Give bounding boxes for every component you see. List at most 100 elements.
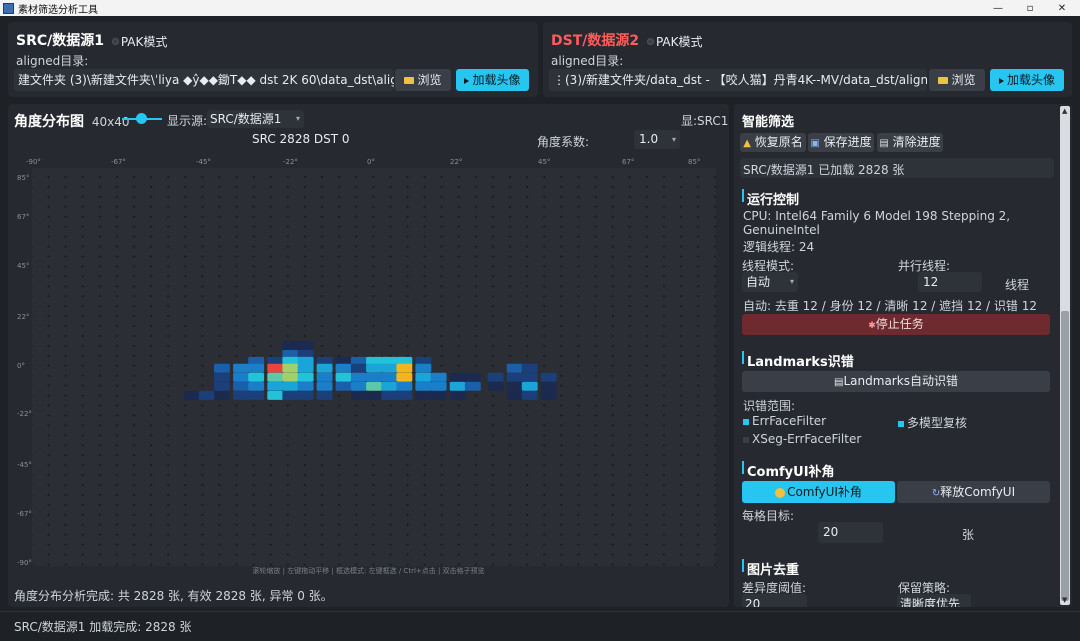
heatmap-cell[interactable] bbox=[381, 391, 398, 400]
heatmap-cell[interactable] bbox=[449, 381, 466, 391]
heatmap-cell[interactable] bbox=[430, 381, 447, 391]
heatmap-cell[interactable] bbox=[381, 381, 398, 391]
heatmap-cell[interactable] bbox=[506, 372, 523, 382]
heatmap-cell[interactable] bbox=[248, 381, 265, 391]
dst-browse-button[interactable]: 浏览 bbox=[929, 69, 985, 91]
src-load-button[interactable]: 加载头像 bbox=[456, 69, 529, 91]
heatmap-cell[interactable] bbox=[487, 381, 504, 391]
heatmap-cell[interactable] bbox=[248, 391, 265, 400]
option-errfacefilter[interactable]: ErrFaceFilter bbox=[743, 414, 826, 428]
heatmap-cell[interactable] bbox=[267, 372, 284, 382]
heatmap-cell[interactable] bbox=[521, 391, 538, 400]
heatmap-cell[interactable] bbox=[316, 381, 333, 391]
option-multimodel[interactable]: 多模型复核 bbox=[898, 414, 967, 431]
angle-heatmap[interactable] bbox=[32, 168, 716, 566]
heatmap-cell[interactable] bbox=[214, 391, 230, 400]
option-xseg[interactable]: XSeg-ErrFaceFilter bbox=[743, 432, 861, 446]
save-progress-button[interactable]: ▣ 保存进度 bbox=[808, 133, 874, 152]
heatmap-cell[interactable] bbox=[381, 372, 398, 382]
heatmap-cell[interactable] bbox=[316, 372, 333, 382]
restore-button[interactable]: ▲ 恢复原名 bbox=[740, 133, 806, 152]
heatmap-cell[interactable] bbox=[396, 381, 413, 391]
right-scrollbar[interactable]: ▲ ▼ bbox=[1060, 106, 1070, 605]
minimize-icon[interactable]: — bbox=[980, 0, 1016, 16]
heatmap-cell[interactable] bbox=[430, 391, 447, 400]
heatmap-cell[interactable] bbox=[464, 381, 481, 391]
heatmap-cell[interactable] bbox=[282, 340, 299, 350]
maximize-icon[interactable]: ▫ bbox=[1012, 0, 1048, 16]
heatmap-cell[interactable] bbox=[198, 391, 215, 400]
heatmap-cell[interactable] bbox=[297, 372, 314, 382]
heatmap-cell[interactable] bbox=[540, 391, 557, 400]
heatmap-cell[interactable] bbox=[267, 381, 284, 391]
heatmap-cell[interactable] bbox=[297, 391, 314, 400]
comfy-release-button[interactable]: ↻释放ComfyUI bbox=[897, 481, 1050, 503]
heatmap-cell[interactable] bbox=[506, 391, 523, 400]
heatmap-cell[interactable] bbox=[233, 363, 249, 373]
comfy-fill-button[interactable]: ComfyUI补角 bbox=[742, 481, 895, 503]
heatmap-cell[interactable] bbox=[506, 363, 523, 373]
heatmap-cell[interactable] bbox=[396, 363, 413, 373]
heatmap-cell[interactable] bbox=[297, 363, 314, 373]
src-path-input[interactable]: 建文件夹 (3)\新建文件夹\ˈliya ◆ŷ◆◆鋤T◆◆ dst 2K 60\… bbox=[14, 69, 394, 91]
heatmap-cell[interactable] bbox=[430, 372, 447, 382]
close-icon[interactable]: ✕ bbox=[1044, 0, 1080, 16]
heatmap-cell[interactable] bbox=[521, 363, 538, 373]
dst-load-button[interactable]: 加载头像 bbox=[990, 69, 1064, 91]
heatmap-cell[interactable] bbox=[214, 381, 230, 391]
heatmap-cell[interactable] bbox=[366, 372, 382, 382]
heatmap-cell[interactable] bbox=[297, 340, 314, 350]
heatmap-cell[interactable] bbox=[214, 372, 230, 382]
heatmap-cell[interactable] bbox=[316, 391, 333, 400]
src-pak-radio[interactable] bbox=[111, 38, 119, 45]
heatmap-cell[interactable] bbox=[521, 381, 538, 391]
landmarks-auto-button[interactable]: ▤Landmarks自动识错 bbox=[742, 371, 1050, 392]
heatmap-cell[interactable] bbox=[540, 381, 557, 391]
heatmap-cell[interactable] bbox=[335, 363, 352, 373]
heatmap-cell[interactable] bbox=[449, 372, 466, 382]
heatmap-cell[interactable] bbox=[233, 391, 249, 400]
heatmap-cell[interactable] bbox=[350, 372, 367, 382]
threads-input[interactable]: 12 bbox=[918, 272, 982, 292]
heatmap-cell[interactable] bbox=[540, 372, 557, 382]
checkbox-unchecked-icon[interactable] bbox=[743, 436, 749, 443]
clear-progress-button[interactable]: ▤ 清除进度 bbox=[877, 133, 943, 152]
scroll-down-icon[interactable]: ▼ bbox=[1062, 596, 1067, 604]
display-source-select[interactable]: SRC/数据源1 ▾ bbox=[207, 110, 304, 128]
heatmap-cell[interactable] bbox=[282, 372, 299, 382]
heatmap-cell[interactable] bbox=[415, 381, 432, 391]
heatmap-cell[interactable] bbox=[233, 372, 249, 382]
checkbox-checked-icon[interactable] bbox=[743, 418, 749, 425]
heatmap-cell[interactable] bbox=[396, 391, 413, 400]
target-input[interactable]: 20 bbox=[818, 522, 883, 543]
stop-task-button[interactable]: ✱停止任务 bbox=[742, 314, 1050, 335]
src-browse-button[interactable]: 浏览 bbox=[395, 69, 451, 91]
heatmap-cell[interactable] bbox=[282, 363, 299, 373]
heatmap-cell[interactable] bbox=[449, 391, 466, 400]
heatmap-cell[interactable] bbox=[506, 381, 523, 391]
heatmap-cell[interactable] bbox=[316, 363, 333, 373]
heatmap-cell[interactable] bbox=[521, 372, 538, 382]
heatmap-cell[interactable] bbox=[297, 381, 314, 391]
heatmap-cell[interactable] bbox=[464, 372, 481, 382]
heatmap-cell[interactable] bbox=[183, 391, 200, 400]
heatmap-cell[interactable] bbox=[366, 391, 382, 400]
diff-threshold-input[interactable]: 20 bbox=[742, 594, 807, 607]
heatmap-cell[interactable] bbox=[415, 391, 432, 400]
keep-strategy-select[interactable]: 清晰度优先 bbox=[897, 594, 971, 607]
heatmap-cell[interactable] bbox=[415, 372, 432, 382]
heatmap-cell[interactable] bbox=[214, 363, 230, 373]
heatmap-cell[interactable] bbox=[350, 391, 367, 400]
heatmap-cell[interactable] bbox=[381, 363, 398, 373]
heatmap-cell[interactable] bbox=[350, 363, 367, 373]
heatmap-cell[interactable] bbox=[335, 372, 352, 382]
heatmap-cell[interactable] bbox=[267, 363, 284, 373]
heatmap-cell[interactable] bbox=[335, 381, 352, 391]
heatmap-cell[interactable] bbox=[248, 363, 265, 373]
heatmap-cell[interactable] bbox=[267, 391, 284, 400]
heatmap-cell[interactable] bbox=[350, 381, 367, 391]
checkbox-checked-icon[interactable] bbox=[898, 420, 904, 427]
heatmap-cell[interactable] bbox=[282, 391, 299, 400]
heatmap-cell[interactable] bbox=[366, 381, 382, 391]
dst-path-input[interactable]: ⋮(3)/新建文件夹/data_dst - 【咬人猫】丹青4K--MV/data… bbox=[549, 69, 927, 91]
